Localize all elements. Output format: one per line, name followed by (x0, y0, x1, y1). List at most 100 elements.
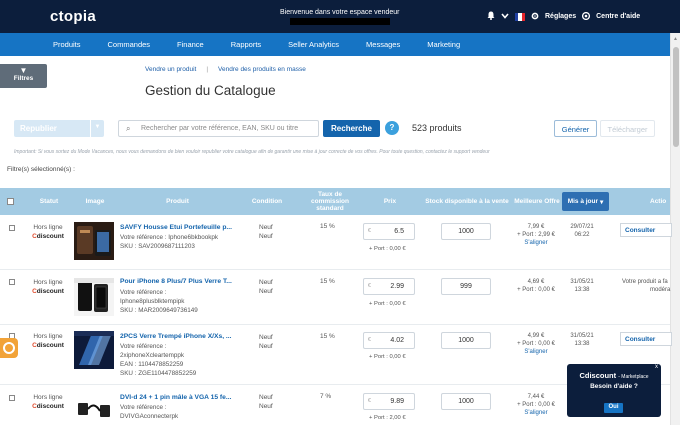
col-commission: Taux de commission standard (311, 191, 349, 212)
product-image[interactable] (74, 331, 114, 369)
table-row: Hors ligne Cdiscount SAVFY Housse Etui P… (0, 215, 672, 270)
product-count: 523 produits (412, 123, 462, 133)
stock-input[interactable]: 1000 (441, 332, 491, 349)
cdiscount-brand: Cdiscount (29, 232, 67, 241)
nav-rapports[interactable]: Rapports (231, 40, 261, 49)
download-button[interactable]: Télécharger (600, 120, 655, 137)
sell-bulk-link[interactable]: Vendre des produits en masse (218, 66, 306, 73)
bell-icon[interactable] (487, 11, 495, 22)
search-button[interactable]: Recherche (323, 120, 380, 137)
product-title-link[interactable]: Pour iPhone 8 Plus/7 Plus Verre T... (120, 278, 232, 285)
chevron-down-icon[interactable] (501, 12, 509, 21)
search-input[interactable]: ⌕ Rechercher par votre référence, EAN, S… (118, 120, 319, 137)
stock-input[interactable]: 1000 (441, 393, 491, 410)
product-ref: Votre référence : (120, 404, 167, 411)
row-checkbox[interactable] (9, 279, 15, 285)
sell-product-link[interactable]: Vendre un produit (145, 66, 196, 73)
product-title-link[interactable]: 2PCS Verre Trempé iPhone X/Xs, ... (120, 333, 232, 340)
best-offer-cell: 4,99 € + Port : 0,00 € S'aligner (516, 332, 556, 356)
best-offer-cell: 4,69 € + Port : 0,00 € (516, 278, 556, 294)
condition-text: Neuf (259, 288, 273, 295)
product-image[interactable] (74, 278, 114, 316)
welcome-text: Bienvenue dans votre espace vendeur (280, 9, 400, 16)
product-ref: Votre référence : (120, 343, 167, 350)
popup-yes-button[interactable]: Oui (604, 403, 623, 413)
best-offer-shipping: + Port : 0,00 € (517, 402, 555, 408)
moderation-note: Votre produit a fa modéra (622, 278, 670, 294)
help-center-link[interactable]: Centre d'aide (596, 13, 640, 20)
consult-button[interactable]: Consulter (620, 223, 672, 237)
currency-symbol: € (368, 337, 371, 343)
sort-updated-button[interactable]: Mis à jour ▾ (562, 192, 609, 211)
product-sku: SKU : SAV2009687111203 (120, 243, 195, 250)
price-value: 2.99 (390, 283, 404, 290)
scroll-up-arrow-icon[interactable]: ▲ (673, 36, 678, 42)
scrollbar-thumb[interactable] (673, 47, 679, 147)
nav-finance[interactable]: Finance (177, 40, 204, 49)
close-icon[interactable]: x (655, 364, 658, 370)
help-center-icon[interactable] (582, 11, 591, 22)
best-offer-price: 7,44 € (527, 394, 545, 400)
product-image[interactable] (74, 395, 114, 425)
france-flag-icon[interactable] (515, 12, 525, 21)
republish-label: Republier (20, 124, 57, 133)
nav-produits[interactable]: Produits (53, 40, 81, 49)
sell-links: Vendre un produit | Vendre des produits … (145, 66, 306, 73)
brand-text: discount (36, 233, 64, 240)
row-checkbox[interactable] (9, 395, 15, 401)
align-link[interactable]: S'aligner (516, 409, 556, 417)
notice-text: Important: Si vous sortez du Mode Vacanc… (14, 149, 490, 155)
feedback-tab[interactable] (0, 338, 18, 358)
price-input[interactable]: € 2.99 (363, 278, 415, 295)
product-image[interactable] (74, 222, 114, 260)
price-input[interactable]: € 4.02 (363, 332, 415, 349)
best-offer-shipping: + Port : 2,99 € (517, 232, 555, 238)
settings-link[interactable]: Réglages (545, 13, 576, 20)
brand-text: discount (36, 403, 64, 410)
product-title-link[interactable]: DVI-d 24 + 1 pin mâle à VGA 15 fe... (120, 394, 231, 401)
product-title-link[interactable]: SAVFY Housse Etui Portefeuille p... (120, 224, 232, 231)
republish-button[interactable]: Republier ▼ (14, 120, 104, 137)
product-meta: Votre référence : Iphone6bkbookpk SKU : … (120, 233, 218, 251)
nav-seller-analytics[interactable]: Seller Analytics (288, 40, 339, 49)
col-best-offer: Meilleure Offre (514, 198, 560, 205)
consult-button[interactable]: Consulter (620, 332, 672, 346)
sort-updated-label: Mis à jour (567, 198, 599, 205)
commission-rate: 7 % (320, 393, 332, 400)
gear-icon[interactable] (531, 12, 539, 22)
currency-symbol: € (368, 283, 371, 289)
updated-time: 13:38 (574, 341, 590, 347)
row-checkbox[interactable] (9, 225, 15, 231)
redacted-seller-name (290, 18, 390, 25)
brand-text: discount (36, 342, 64, 349)
top-actions: Réglages Centre d'aide (487, 11, 640, 22)
generate-button[interactable]: Générer (554, 120, 597, 137)
price-input[interactable]: € 6.5 (363, 223, 415, 240)
nav-messages[interactable]: Messages (366, 40, 400, 49)
product-sku: SKU : MAR2009649736149 (120, 307, 198, 314)
link-separator: | (206, 66, 209, 73)
logo[interactable]: ctopia (50, 8, 96, 25)
price-input[interactable]: € 9.89 (363, 393, 415, 410)
status-text: Hors ligne (33, 394, 63, 401)
filters-button[interactable]: ▼ Filtres (0, 64, 47, 88)
help-popup: x Cdiscount - Marketplace Besoin d'aide … (567, 364, 661, 417)
status-cell: Hors ligne Cdiscount (29, 393, 67, 411)
shipping-price: + Port : 0,00 € (369, 246, 406, 252)
stock-input[interactable]: 1000 (441, 223, 491, 240)
price-value: 9.89 (390, 398, 404, 405)
nav-marketing[interactable]: Marketing (427, 40, 460, 49)
condition-cell: Neuf Neuf (259, 333, 273, 351)
help-icon[interactable]: ? (385, 121, 399, 135)
best-offer-cell: 7,44 € + Port : 0,00 € S'aligner (516, 393, 556, 417)
col-price: Prix (383, 198, 397, 205)
chevron-down-icon[interactable]: ▼ (90, 120, 104, 137)
align-link[interactable]: S'aligner (516, 239, 556, 247)
status-text: Hors ligne (33, 224, 63, 231)
select-all-checkbox[interactable] (7, 198, 14, 205)
filters-selected-label: Filtre(s) sélectionné(s) : (7, 166, 75, 173)
nav-commandes[interactable]: Commandes (108, 40, 151, 49)
product-sku: SKU : ZGE1104478852259 (120, 370, 197, 377)
align-link[interactable]: S'aligner (516, 348, 556, 356)
stock-input[interactable]: 999 (441, 278, 491, 295)
